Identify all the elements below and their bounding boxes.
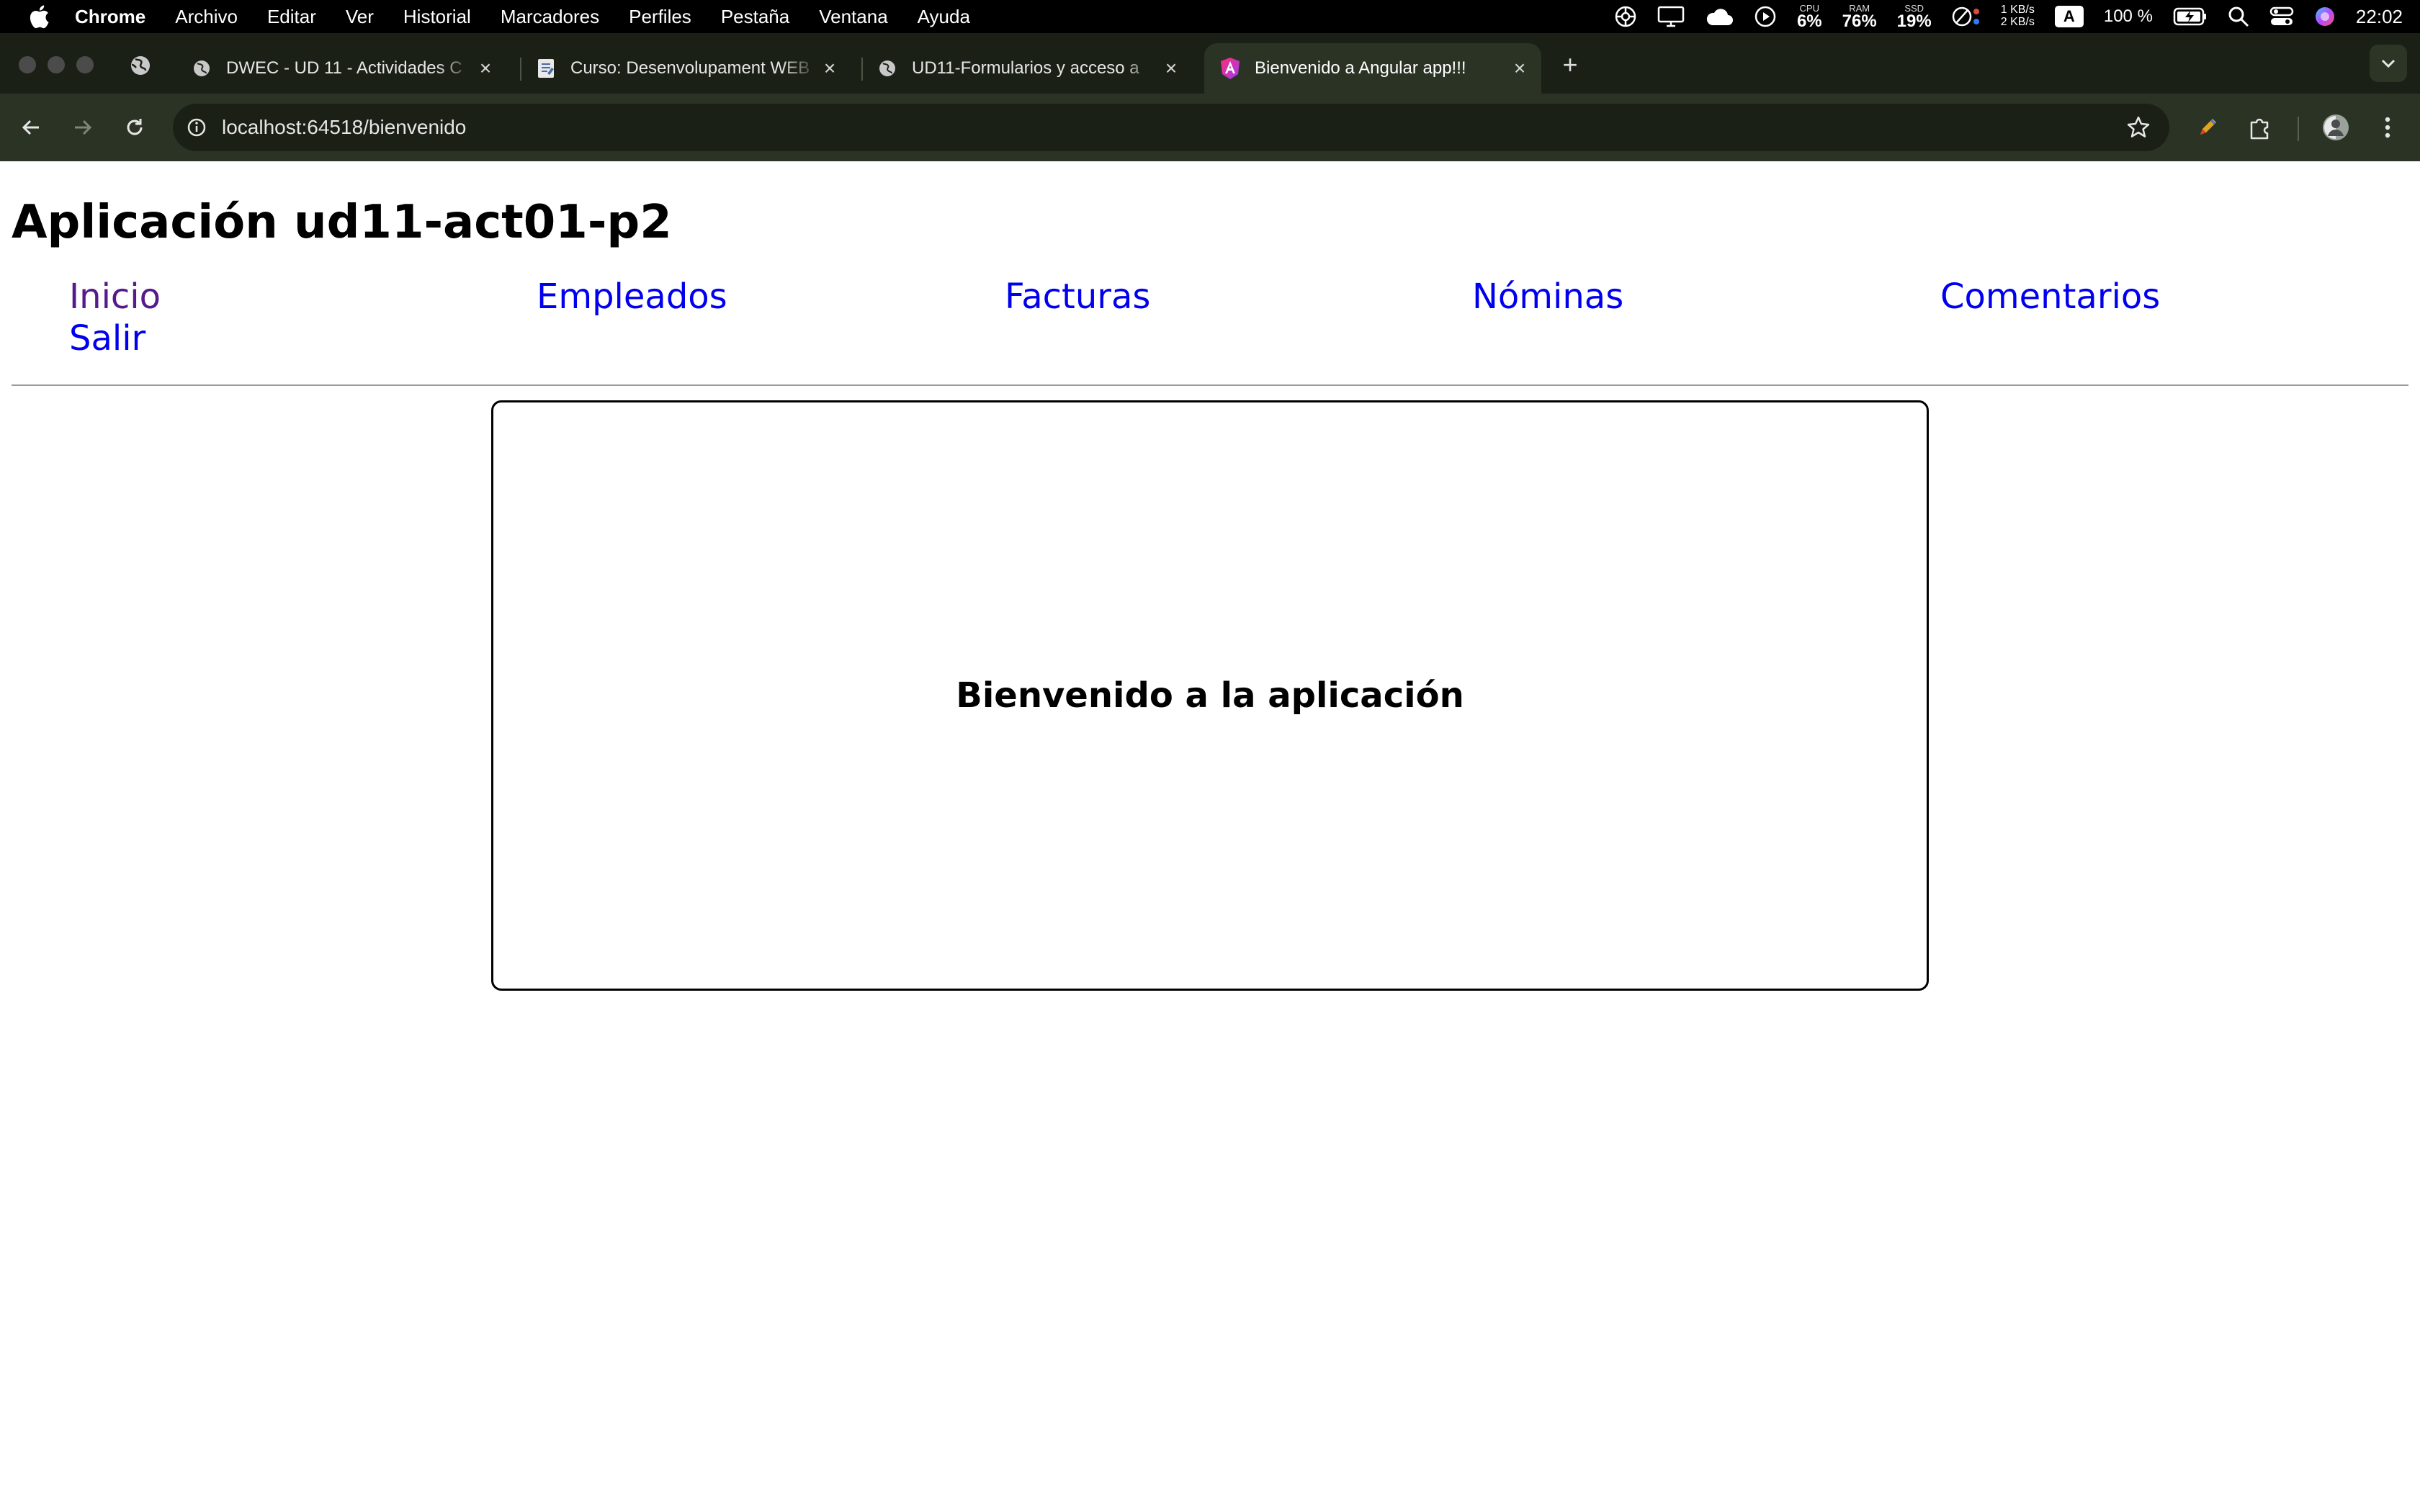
nav-link-salir[interactable]: Salir [69,318,145,359]
tab-dwec-actividades[interactable]: DWEC - UD 11 - Actividades C × [176,43,507,94]
play-circle-icon[interactable] [1754,5,1777,28]
macos-menu-bar: Chrome Archivo Editar Ver Historial Marc… [0,0,2420,33]
apple-menu-icon[interactable] [24,4,53,29]
pen-extension-icon[interactable] [2190,109,2226,145]
menu-ventana[interactable]: Ventana [819,6,887,28]
menu-editar[interactable]: Editar [267,6,316,28]
siri-icon[interactable] [2314,6,2336,27]
menu-ver[interactable]: Ver [346,6,374,28]
menu-marcadores[interactable]: Marcadores [501,6,599,28]
tab-close-icon[interactable]: × [818,57,841,80]
back-arrow-icon[interactable] [13,109,49,145]
menubar-clock[interactable]: 22:02 [2356,6,2403,28]
more-menu-icon[interactable] [2370,109,2406,145]
nav-link-inicio[interactable]: Inicio [69,276,161,317]
network-down: 2 KB/s [2000,16,2035,28]
tab-close-icon[interactable]: × [1160,57,1183,80]
nav-link-comentarios[interactable]: Comentarios [1940,276,2160,317]
window-zoom-button[interactable] [76,56,94,73]
tab-close-icon[interactable]: × [474,57,497,80]
ram-stat[interactable]: RAM 76% [1842,4,1877,30]
nav-link-empleados[interactable]: Empleados [537,276,727,317]
globe-icon [190,57,213,80]
window-close-button[interactable] [19,56,36,73]
menu-archivo[interactable]: Archivo [175,6,238,28]
ram-value: 76% [1842,11,1877,31]
tab-title: Curso: Desenvolupament WEB [570,58,810,78]
network-stat[interactable]: 1 KB/s 2 KB/s [2001,4,2035,29]
browser-toolbar: localhost:64518/bienvenido [0,94,2420,161]
bookmark-star-icon[interactable] [2126,115,2151,140]
tab-search-button[interactable] [2370,45,2407,82]
menu-ayuda[interactable]: Ayuda [918,6,970,28]
url-text: localhost:64518/bienvenido [222,116,467,138]
menu-pestana[interactable]: Pestaña [721,6,789,28]
globe-icon [876,57,899,80]
forward-arrow-icon[interactable] [65,109,101,145]
control-center-icon[interactable] [2269,6,2294,27]
toolbar-divider [2298,117,2299,141]
reload-icon[interactable] [117,109,153,145]
browser-tab-strip: DWEC - UD 11 - Actividades C × Curso: De… [0,33,2420,94]
cloud-icon[interactable] [1705,6,1734,27]
ssd-value: 19% [1896,11,1932,31]
tab-close-icon[interactable]: × [1508,57,1531,80]
page-title: Aplicación ud11-act01-p2 [12,196,672,249]
aperture-icon[interactable] [1614,5,1637,28]
web-page: Aplicación ud11-act01-p2 Inicio Empleado… [0,161,2420,1512]
nav-divider [12,384,2408,386]
profile-avatar[interactable] [2318,109,2354,145]
site-info-icon[interactable] [186,117,207,138]
nav-link-facturas[interactable]: Facturas [1005,276,1150,317]
tab-title: Bienvenido a Angular app!!! [1255,58,1466,78]
input-source-indicator[interactable]: A [2054,6,2084,27]
focus-status-icon[interactable] [1952,5,1981,28]
welcome-heading: Bienvenido a la aplicación [956,675,1464,716]
tab-title: UD11-Formularios y acceso a [912,58,1139,78]
ssd-stat[interactable]: SSD 19% [1897,4,1932,30]
nav-link-nominas[interactable]: Nóminas [1472,276,1623,317]
menu-app-name[interactable]: Chrome [75,6,145,28]
tab-title: DWEC - UD 11 - Actividades C [226,58,462,78]
menu-perfiles[interactable]: Perfiles [629,6,691,28]
new-tab-button[interactable]: + [1556,50,1585,79]
tab-ud11-formularios[interactable]: UD11-Formularios y acceso a × [861,43,1193,94]
cpu-value: 6% [1796,11,1822,31]
extensions-puzzle-icon[interactable] [2241,109,2277,145]
battery-percent[interactable]: 100 % [2104,6,2153,27]
menu-historial[interactable]: Historial [403,6,471,28]
tab-bienvenido-angular[interactable]: Bienvenido a Angular app!!! × [1204,43,1541,94]
angular-icon [1219,57,1242,80]
address-bar[interactable]: localhost:64518/bienvenido [173,104,2169,151]
window-minimize-button[interactable] [48,56,65,73]
tab-curso-desenvolupament[interactable]: Curso: Desenvolupament WEB × [520,43,851,94]
network-up: 1 KB/s [2000,4,2035,17]
pinned-tab-globe-icon[interactable] [128,53,153,78]
battery-charging-icon[interactable] [2173,7,2208,26]
cpu-stat[interactable]: CPU 6% [1797,4,1822,30]
welcome-panel: Bienvenido a la aplicación [491,400,1929,991]
spotlight-search-icon[interactable] [2228,6,2249,27]
display-icon[interactable] [1657,6,1685,27]
document-icon [534,57,557,80]
